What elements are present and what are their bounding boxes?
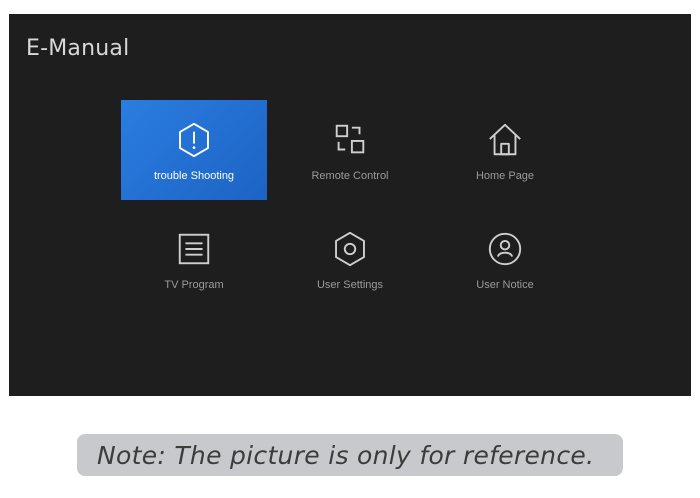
- alert-hexagon-icon: [174, 120, 214, 160]
- list-icon: [174, 229, 214, 269]
- menu-item-trouble-shooting[interactable]: trouble Shooting: [121, 100, 267, 200]
- home-icon: [485, 120, 525, 160]
- menu-item-remote-control[interactable]: Remote Control: [277, 100, 423, 200]
- menu-item-label: User Notice: [476, 279, 534, 291]
- menu-item-label: trouble Shooting: [153, 170, 235, 182]
- app-title: E-Manual: [26, 36, 130, 61]
- menu-item-label: User Settings: [316, 279, 384, 291]
- menu-item-user-settings[interactable]: User Settings: [277, 209, 423, 309]
- menu-item-label: Remote Control: [311, 170, 389, 182]
- reference-note-text: Note: The picture is only for reference.: [97, 440, 595, 470]
- reference-note: Note: The picture is only for reference.: [77, 434, 623, 476]
- user-icon: [485, 229, 525, 269]
- menu-item-home-page[interactable]: Home Page: [432, 100, 578, 200]
- menu-item-tv-program[interactable]: TV Program: [121, 209, 267, 309]
- settings-hexagon-icon: [330, 229, 370, 269]
- menu-item-user-notice[interactable]: User Notice: [432, 209, 578, 309]
- menu-item-label: Home Page: [475, 170, 535, 182]
- remote-control-icon: [330, 120, 370, 160]
- tv-screen: E-Manual trouble Shooting Remote Control: [9, 14, 691, 396]
- menu-item-label: TV Program: [164, 279, 224, 291]
